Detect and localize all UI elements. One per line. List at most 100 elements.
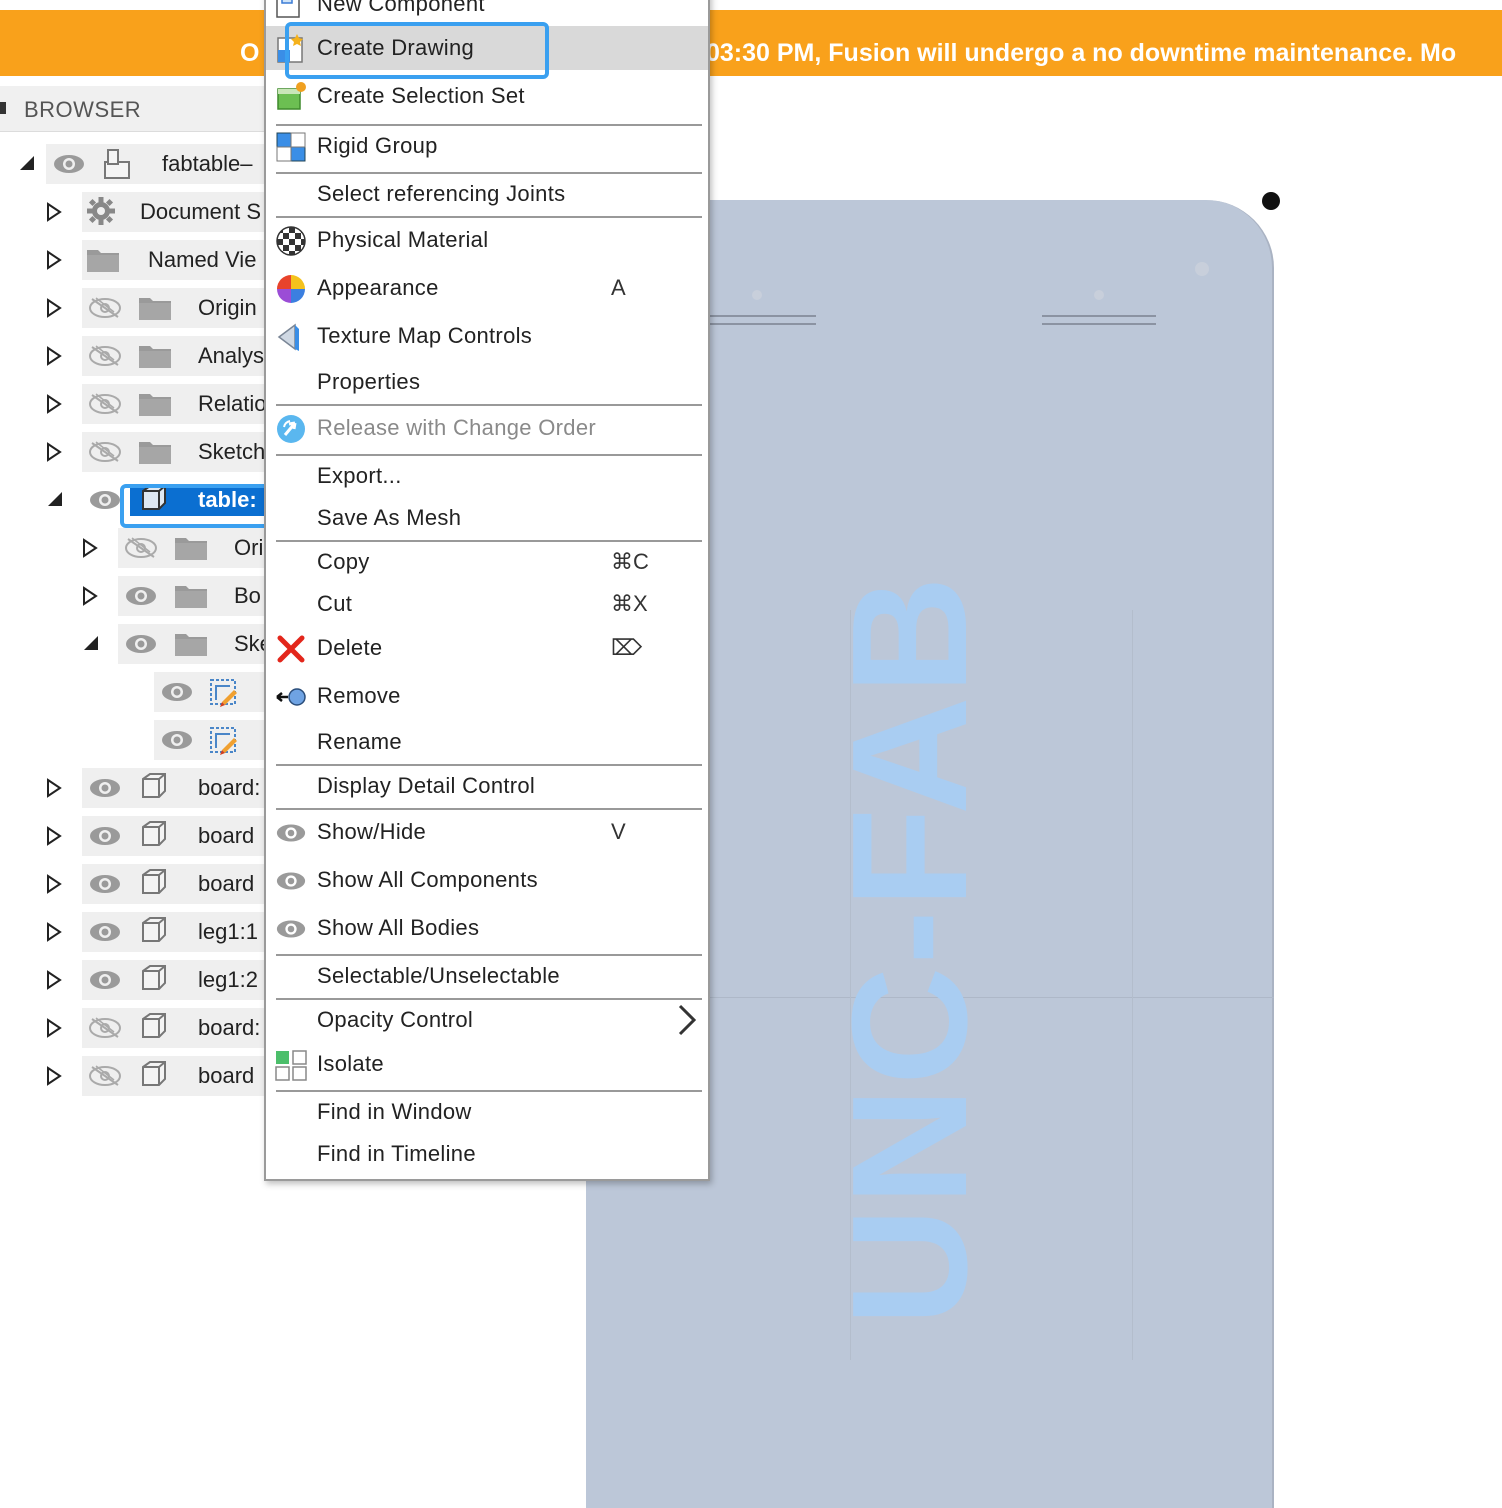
new-component-icon [275, 0, 307, 21]
eye-icon[interactable] [88, 777, 122, 804]
eye-hidden-icon[interactable] [88, 1017, 122, 1044]
expand-right-icon[interactable] [46, 1066, 62, 1086]
browser-item[interactable]: Analys [82, 336, 270, 376]
expand-right-icon[interactable] [46, 394, 62, 414]
menu-item-release-with-change-order[interactable]: Release with Change Order [266, 406, 708, 450]
menu-item-label: Properties [317, 369, 421, 394]
menu-item-label: Opacity Control [317, 1007, 474, 1032]
menu-item-texture-map-controls[interactable]: Texture Map Controls [266, 314, 708, 358]
expand-right-icon[interactable] [82, 586, 98, 606]
eye-icon[interactable] [88, 873, 122, 900]
menu-item-appearance[interactable]: Appearance A [266, 266, 708, 310]
browser-item[interactable]: board [82, 816, 270, 856]
eye-icon [275, 870, 307, 902]
menu-item-cut[interactable]: Cut ⌘X [266, 582, 708, 626]
chevron-right-icon [676, 1003, 698, 1037]
menu-item-show-all-components[interactable]: Show All Components [266, 858, 708, 902]
menu-item-find-in-timeline[interactable]: Find in Timeline [266, 1132, 708, 1176]
browser-item[interactable]: board: [82, 768, 270, 808]
expand-down-icon[interactable] [18, 154, 34, 172]
browser-item[interactable]: Document S [82, 192, 270, 232]
menu-item-display-detail-control[interactable]: Display Detail Control [266, 764, 708, 808]
browser-item[interactable]: fabtable– [46, 144, 270, 184]
eye-icon[interactable] [88, 969, 122, 996]
menu-item-delete[interactable]: Delete ⌦ [266, 626, 708, 670]
menu-item-isolate[interactable]: Isolate [266, 1042, 708, 1086]
menu-item-remove[interactable]: Remove [266, 674, 708, 718]
menu-item-show-all-bodies[interactable]: Show All Bodies [266, 906, 708, 950]
browser-item[interactable]: Relatio [82, 384, 270, 424]
corner-point[interactable] [1262, 192, 1280, 210]
eye-icon[interactable] [160, 681, 194, 708]
highlight-outline [285, 22, 549, 79]
menu-item-save-as-mesh[interactable]: Save As Mesh [266, 496, 708, 540]
menu-item-opacity-control[interactable]: Opacity Control [266, 998, 708, 1042]
expand-right-icon[interactable] [46, 442, 62, 462]
menu-item-rename[interactable]: Rename [266, 720, 708, 764]
browser-item[interactable]: Ori [118, 528, 270, 568]
browser-item-label: board: [198, 775, 261, 800]
browser-item[interactable]: board [82, 864, 270, 904]
menu-item-label: Physical Material [317, 227, 489, 252]
browser-item[interactable] [154, 672, 270, 712]
eye-icon[interactable] [88, 825, 122, 852]
browser-item[interactable]: Named Vie [82, 240, 270, 280]
browser-item[interactable]: Origin [82, 288, 270, 328]
menu-separator [276, 454, 702, 456]
menu-item-select-referencing-joints[interactable]: Select referencing Joints [266, 172, 708, 216]
eye-hidden-icon[interactable] [88, 441, 122, 468]
menu-item-create-selection-set[interactable]: Create Selection Set [266, 74, 708, 118]
eye-icon[interactable] [88, 489, 122, 516]
collapse-caret-icon[interactable] [0, 102, 6, 114]
browser-item-label: Ori [234, 535, 264, 560]
browser-item[interactable]: Sketch [82, 432, 270, 472]
menu-item-find-in-window[interactable]: Find in Window [266, 1090, 708, 1134]
browser-item[interactable]: Ske [118, 624, 270, 664]
expand-right-icon[interactable] [46, 826, 62, 846]
expand-right-icon[interactable] [46, 250, 62, 270]
eye-hidden-icon[interactable] [88, 1065, 122, 1092]
expand-right-icon[interactable] [46, 1018, 62, 1038]
body-icon [140, 916, 168, 949]
menu-item-label: Rename [317, 729, 402, 754]
expand-down-icon[interactable] [46, 490, 62, 508]
eye-icon[interactable] [124, 585, 158, 612]
menu-item-rigid-group[interactable]: Rigid Group [266, 124, 708, 168]
menu-item-export[interactable]: Export... [266, 454, 708, 498]
browser-header[interactable]: BROWSER [0, 86, 270, 132]
expand-right-icon[interactable] [46, 202, 62, 222]
eye-hidden-icon[interactable] [88, 297, 122, 324]
expand-right-icon[interactable] [46, 874, 62, 894]
menu-item-properties[interactable]: Properties [266, 360, 708, 404]
expand-right-icon[interactable] [46, 970, 62, 990]
eye-icon[interactable] [88, 921, 122, 948]
menu-item-label: Select referencing Joints [317, 181, 566, 206]
browser-item[interactable]: leg1:2 [82, 960, 270, 1000]
eye-hidden-icon[interactable] [124, 537, 158, 564]
browser-item-label: Document S [140, 199, 262, 224]
browser-item[interactable]: Bo [118, 576, 270, 616]
browser-item[interactable]: board: [82, 1008, 270, 1048]
eye-hidden-icon[interactable] [88, 345, 122, 372]
menu-item-show-hide[interactable]: Show/Hide V [266, 810, 708, 854]
menu-item-label: Create Selection Set [317, 83, 525, 108]
browser-item[interactable]: board [82, 1056, 270, 1096]
eye-icon[interactable] [124, 633, 158, 660]
menu-item-physical-material[interactable]: Physical Material [266, 218, 708, 262]
expand-right-icon[interactable] [82, 538, 98, 558]
expand-down-icon[interactable] [82, 634, 98, 652]
browser-item-label: Named Vie [148, 247, 257, 272]
menu-item-label: Isolate [317, 1051, 384, 1076]
expand-right-icon[interactable] [46, 298, 62, 318]
menu-item-copy[interactable]: Copy ⌘C [266, 540, 708, 584]
eye-icon[interactable] [160, 729, 194, 756]
menu-item-selectable-unselectable[interactable]: Selectable/Unselectable [266, 954, 708, 998]
eye-hidden-icon[interactable] [88, 393, 122, 420]
menu-item-label: Show All Bodies [317, 915, 480, 940]
eye-icon[interactable] [52, 153, 86, 180]
browser-item[interactable]: leg1:1 [82, 912, 270, 952]
browser-item[interactable] [154, 720, 270, 760]
expand-right-icon[interactable] [46, 346, 62, 366]
expand-right-icon[interactable] [46, 922, 62, 942]
expand-right-icon[interactable] [46, 778, 62, 798]
